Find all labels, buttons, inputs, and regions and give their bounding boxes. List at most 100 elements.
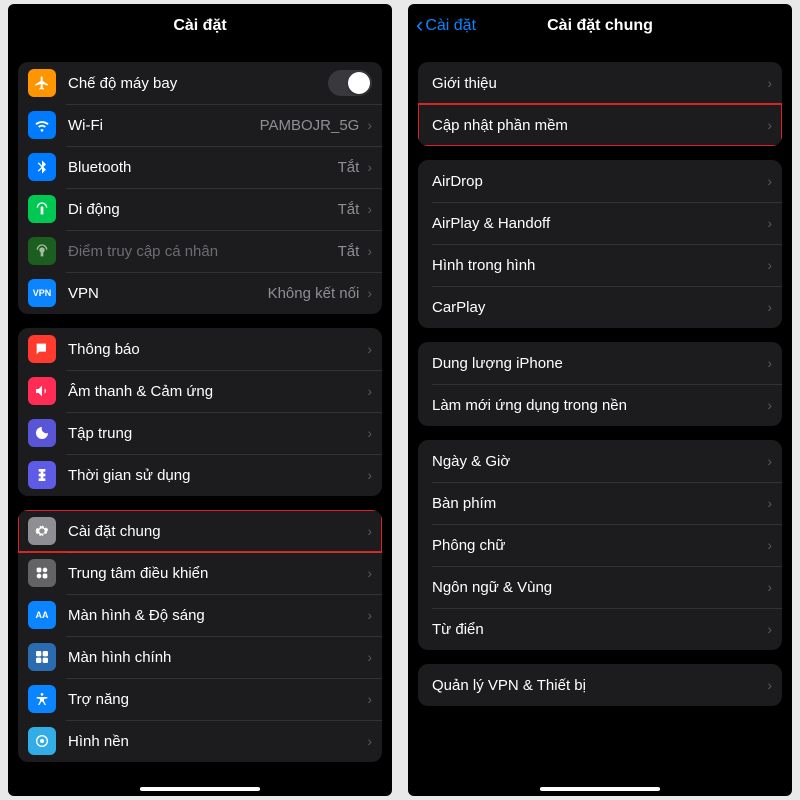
- row-label: Hình trong hình: [432, 257, 765, 274]
- chevron-right-icon: ›: [367, 201, 372, 217]
- row-label: Trợ năng: [68, 691, 365, 708]
- row-airdrop[interactable]: AirDrop›: [418, 160, 782, 202]
- row-notifications[interactable]: Thông báo›: [18, 328, 382, 370]
- row-label: CarPlay: [432, 299, 765, 316]
- focus-icon: [28, 419, 56, 447]
- row-label: Tập trung: [68, 425, 365, 442]
- row-dictionary[interactable]: Từ điển›: [418, 608, 782, 650]
- accessibility-icon: [28, 685, 56, 713]
- navbar-settings: Cài đặt: [8, 4, 392, 48]
- row-label: Quản lý VPN & Thiết bị: [432, 677, 765, 694]
- row-datetime[interactable]: Ngày & Giờ›: [418, 440, 782, 482]
- row-about[interactable]: Giới thiệu›: [418, 62, 782, 104]
- row-fonts[interactable]: Phông chữ›: [418, 524, 782, 566]
- row-airplay[interactable]: AirPlay & Handoff›: [418, 202, 782, 244]
- vpn-icon: VPN: [28, 279, 56, 307]
- row-label: Điểm truy cập cá nhân: [68, 243, 338, 260]
- chevron-right-icon: ›: [767, 453, 772, 469]
- chevron-right-icon: ›: [367, 285, 372, 301]
- sounds-icon: [28, 377, 56, 405]
- chevron-right-icon: ›: [367, 607, 372, 623]
- row-label: Hình nền: [68, 733, 365, 750]
- row-value: Tắt: [338, 159, 360, 176]
- row-airplane[interactable]: Chế độ máy bay: [18, 62, 382, 104]
- bluetooth-icon: [28, 153, 56, 181]
- row-label: Thông báo: [68, 341, 365, 358]
- settings-root-screen: Cài đặt Chế độ máy bay Wi-FiPAMBOJR_5G › Bl…: [8, 4, 392, 796]
- controlcenter-icon: [28, 559, 56, 587]
- row-carplay[interactable]: CarPlay›: [418, 286, 782, 328]
- row-label: Làm mới ứng dụng trong nền: [432, 397, 765, 414]
- chevron-right-icon: ›: [767, 537, 772, 553]
- chevron-right-icon: ›: [367, 523, 372, 539]
- row-wallpaper[interactable]: Hình nền›: [18, 720, 382, 762]
- row-bg-refresh[interactable]: Làm mới ứng dụng trong nền›: [418, 384, 782, 426]
- screentime-icon: [28, 461, 56, 489]
- group-storage: Dung lượng iPhone›Làm mới ứng dụng trong…: [418, 342, 782, 426]
- chevron-right-icon: ›: [367, 691, 372, 707]
- row-label: Bàn phím: [432, 495, 765, 512]
- row-wifi[interactable]: Wi-FiPAMBOJR_5G ›: [18, 104, 382, 146]
- row-label: Bluetooth: [68, 159, 338, 176]
- row-vpn-device[interactable]: Quản lý VPN & Thiết bị›: [418, 664, 782, 706]
- group-locale: Ngày & Giờ›Bàn phím›Phông chữ›Ngôn ngữ &…: [418, 440, 782, 650]
- group-notifications: Thông báo›Âm thanh & Cảm ứng›Tập trung›T…: [18, 328, 382, 496]
- cellular-icon: [28, 195, 56, 223]
- row-value: Tắt: [338, 243, 360, 260]
- row-software-update[interactable]: Cập nhật phần mềm›: [418, 104, 782, 146]
- chevron-right-icon: ›: [367, 243, 372, 259]
- row-sounds[interactable]: Âm thanh & Cảm ứng›: [18, 370, 382, 412]
- row-label: Âm thanh & Cảm ứng: [68, 383, 365, 400]
- row-label: Màn hình & Độ sáng: [68, 607, 365, 624]
- chevron-right-icon: ›: [367, 565, 372, 581]
- row-value: Không kết nối: [268, 285, 360, 302]
- navbar-general: ‹ Cài đặt Cài đặt chung: [408, 4, 792, 48]
- row-label: Phông chữ: [432, 537, 765, 554]
- row-language[interactable]: Ngôn ngữ & Vùng›: [418, 566, 782, 608]
- chevron-right-icon: ›: [367, 425, 372, 441]
- row-value: PAMBOJR_5G: [260, 117, 360, 134]
- row-controlcenter[interactable]: Trung tâm điều khiển›: [18, 552, 382, 594]
- row-bluetooth[interactable]: BluetoothTắt›: [18, 146, 382, 188]
- row-keyboard[interactable]: Bàn phím›: [418, 482, 782, 524]
- row-label: Chế độ máy bay: [68, 75, 328, 92]
- row-label: Dung lượng iPhone: [432, 355, 765, 372]
- row-label: Wi-Fi: [68, 117, 260, 134]
- group-general: Cài đặt chung›Trung tâm điều khiển›AAMàn…: [18, 510, 382, 762]
- general-icon: [28, 517, 56, 545]
- chevron-right-icon: ›: [767, 75, 772, 91]
- row-general[interactable]: Cài đặt chung›: [18, 510, 382, 552]
- chevron-right-icon: ›: [767, 215, 772, 231]
- row-homescreen[interactable]: Màn hình chính›: [18, 636, 382, 678]
- row-focus[interactable]: Tập trung›: [18, 412, 382, 454]
- row-accessibility[interactable]: Trợ năng›: [18, 678, 382, 720]
- row-label: Trung tâm điều khiển: [68, 565, 365, 582]
- settings-list[interactable]: Chế độ máy bayWi-FiPAMBOJR_5G›BluetoothT…: [8, 48, 392, 796]
- row-screentime[interactable]: Thời gian sử dụng›: [18, 454, 382, 496]
- airplane-switch[interactable]: [328, 70, 372, 96]
- row-value: Tắt: [338, 201, 360, 218]
- row-label: Giới thiệu: [432, 75, 765, 92]
- row-cellular[interactable]: Di độngTắt›: [18, 188, 382, 230]
- chevron-right-icon: ›: [767, 173, 772, 189]
- settings-general-screen: ‹ Cài đặt Cài đặt chung Giới thiệu›Cập n…: [408, 4, 792, 796]
- row-display[interactable]: AA Màn hình & Độ sáng›: [18, 594, 382, 636]
- back-button[interactable]: ‹ Cài đặt: [416, 4, 476, 48]
- home-indicator[interactable]: [140, 787, 260, 791]
- chevron-right-icon: ›: [367, 649, 372, 665]
- row-label: AirPlay & Handoff: [432, 215, 765, 232]
- display-icon: AA: [28, 601, 56, 629]
- general-list[interactable]: Giới thiệu›Cập nhật phần mềm› AirDrop›Ai…: [408, 48, 792, 796]
- row-hotspot[interactable]: Điểm truy cập cá nhânTắt ›: [18, 230, 382, 272]
- row-vpn[interactable]: VPNVPNKhông kết nối›: [18, 272, 382, 314]
- row-storage[interactable]: Dung lượng iPhone›: [418, 342, 782, 384]
- row-label: Thời gian sử dụng: [68, 467, 365, 484]
- home-indicator[interactable]: [540, 787, 660, 791]
- row-pip[interactable]: Hình trong hình›: [418, 244, 782, 286]
- wifi-icon: [28, 111, 56, 139]
- group-connectivity: Chế độ máy bayWi-FiPAMBOJR_5G›BluetoothT…: [18, 62, 382, 314]
- chevron-right-icon: ›: [367, 117, 372, 133]
- back-label: Cài đặt: [425, 17, 476, 35]
- homescreen-icon: [28, 643, 56, 671]
- row-label: Từ điển: [432, 621, 765, 638]
